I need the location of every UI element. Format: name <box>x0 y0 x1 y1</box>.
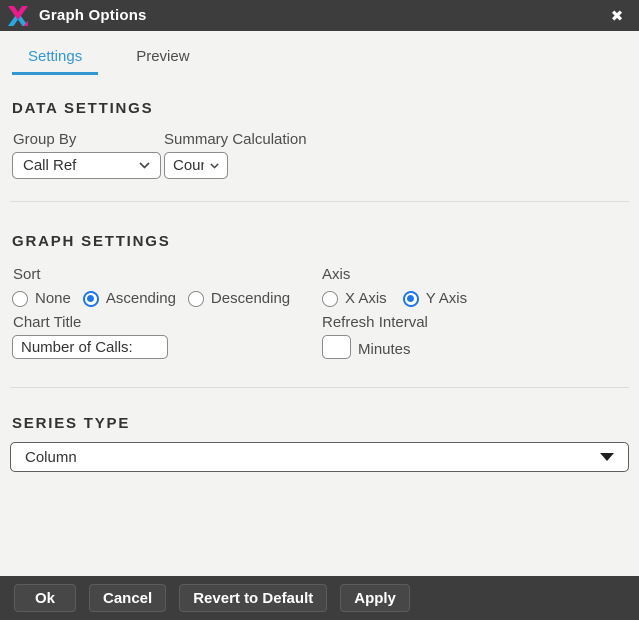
sort-option-ascending[interactable]: Ascending <box>83 290 176 307</box>
sort-ascending-label: Ascending <box>106 290 176 307</box>
tab-bar: Settings Preview <box>12 46 206 75</box>
axis-label: Axis <box>322 266 350 283</box>
axis-y-label: Y Axis <box>426 290 467 307</box>
series-type-value: Column <box>25 449 77 466</box>
summary-calculation-select[interactable]: Count <box>164 152 228 179</box>
sort-descending-label: Descending <box>211 290 290 307</box>
chart-title-input[interactable] <box>12 335 168 359</box>
series-type-select[interactable]: Column <box>10 442 629 472</box>
sort-label: Sort <box>13 266 41 283</box>
dialog-title: Graph Options <box>39 7 147 24</box>
axis-option-x[interactable]: X Axis <box>322 290 387 307</box>
title-bar: Graph Options ✖ <box>0 0 639 31</box>
axis-radio-group: X Axis Y Axis <box>322 290 467 307</box>
axis-x-label: X Axis <box>345 290 387 307</box>
sort-none-radio[interactable] <box>12 291 28 307</box>
sort-radio-group: None Ascending Descending <box>12 290 290 307</box>
sort-descending-radio[interactable] <box>188 291 204 307</box>
chart-title-label: Chart Title <box>13 314 81 331</box>
axis-y-radio[interactable] <box>403 291 419 307</box>
ok-button[interactable]: Ok <box>14 584 76 612</box>
footer-bar: Ok Cancel Revert to Default Apply <box>0 576 639 620</box>
section-divider <box>10 387 629 388</box>
section-divider <box>10 201 629 202</box>
tab-settings[interactable]: Settings <box>12 46 98 75</box>
xima-logo-icon <box>6 4 30 28</box>
sort-option-none[interactable]: None <box>12 290 71 307</box>
sort-none-label: None <box>35 290 71 307</box>
series-type-heading: SERIES TYPE <box>12 415 130 432</box>
minutes-label: Minutes <box>358 341 411 358</box>
group-by-select[interactable]: Call Ref <box>12 152 161 179</box>
graph-settings-heading: GRAPH SETTINGS <box>12 233 171 250</box>
axis-option-y[interactable]: Y Axis <box>403 290 467 307</box>
chevron-down-icon <box>139 162 150 169</box>
apply-button[interactable]: Apply <box>340 584 410 612</box>
group-by-value: Call Ref <box>23 157 133 174</box>
tab-preview[interactable]: Preview <box>120 46 205 75</box>
cancel-button[interactable]: Cancel <box>89 584 166 612</box>
revert-to-default-button[interactable]: Revert to Default <box>179 584 327 612</box>
sort-ascending-radio[interactable] <box>83 291 99 307</box>
group-by-label: Group By <box>13 131 76 148</box>
data-settings-heading: DATA SETTINGS <box>12 100 153 117</box>
summary-calculation-label: Summary Calculation <box>164 131 307 148</box>
refresh-interval-label: Refresh Interval <box>322 314 428 331</box>
sort-option-descending[interactable]: Descending <box>188 290 290 307</box>
axis-x-radio[interactable] <box>322 291 338 307</box>
graph-options-dialog: Graph Options ✖ Settings Preview DATA SE… <box>0 0 639 620</box>
close-icon[interactable]: ✖ <box>605 0 629 31</box>
chevron-down-icon <box>210 163 219 169</box>
dropdown-arrow-icon <box>600 453 614 461</box>
summary-calculation-value: Count <box>173 157 204 174</box>
refresh-interval-input[interactable] <box>322 335 351 359</box>
